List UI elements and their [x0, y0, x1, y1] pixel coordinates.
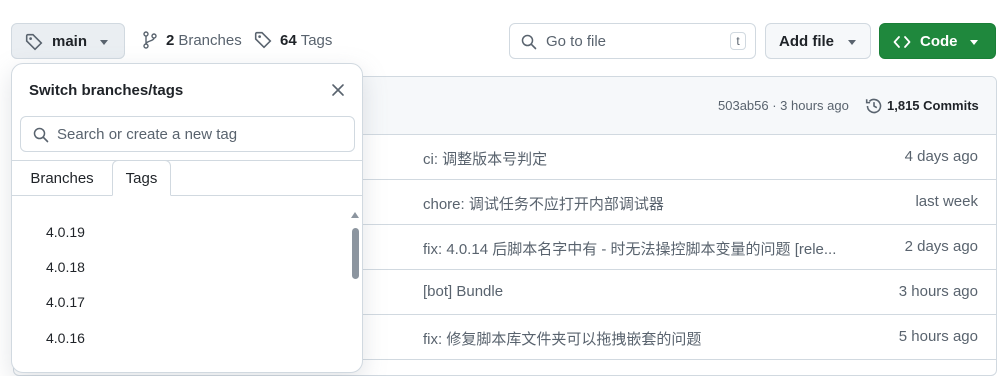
tab-underline — [12, 195, 362, 196]
branches-count: 2 — [166, 31, 175, 49]
add-file-label: Add file — [779, 33, 834, 50]
code-button[interactable]: Code — [879, 23, 996, 59]
shortcut-key: t — [730, 32, 746, 50]
commit-time: 2 days ago — [904, 238, 978, 255]
history-icon — [865, 97, 883, 115]
tag-search-placeholder: Search or create a new tag — [57, 126, 238, 143]
search-icon — [33, 127, 49, 143]
commit-message[interactable]: [bot] Bundle — [423, 283, 503, 300]
code-icon — [893, 34, 911, 50]
commits-count[interactable]: 1,815 Commits — [887, 98, 979, 113]
commit-message[interactable]: fix: 修复脚本库文件夹可以拖拽嵌套的问题 — [423, 328, 701, 349]
dropdown-title: Switch branches/tags — [29, 82, 184, 99]
chevron-down-icon — [970, 40, 978, 45]
tag-item[interactable]: 4.0.16 — [46, 330, 85, 346]
tab-tags[interactable]: Tags — [112, 160, 171, 196]
tags-count: 64 — [280, 31, 297, 49]
commit-time: last week — [915, 193, 978, 210]
tags-link[interactable]: 64 Tags — [254, 31, 332, 49]
tag-icon — [254, 31, 272, 49]
go-to-file-placeholder: Go to file — [546, 33, 607, 50]
tag-item[interactable]: 4.0.18 — [46, 259, 85, 275]
tab-branches[interactable]: Branches — [12, 160, 112, 196]
branch-tag-dropdown: Switch branches/tags Search or create a … — [11, 63, 363, 373]
tab-label: Tags — [125, 169, 158, 187]
chevron-down-icon — [848, 40, 856, 45]
commit-hash-time[interactable]: 503ab56 · 3 hours ago — [718, 98, 849, 113]
commit-time: 3 hours ago — [898, 283, 978, 300]
close-icon[interactable] — [328, 80, 348, 100]
tag-item[interactable]: 4.0.19 — [46, 224, 85, 240]
tag-icon — [25, 33, 43, 51]
chevron-down-icon — [100, 40, 108, 45]
branch-select-button[interactable]: main — [11, 23, 125, 59]
branch-select-label: main — [52, 33, 88, 50]
tag-item[interactable]: 4.0.17 — [46, 294, 85, 310]
scrollbar-thumb[interactable] — [352, 228, 359, 279]
git-branch-icon — [142, 31, 158, 49]
branches-link[interactable]: 2 Branches — [142, 31, 242, 49]
commit-message[interactable]: ci: 调整版本号判定 — [423, 148, 547, 169]
branches-label: Branches — [178, 31, 242, 49]
go-to-file-input[interactable]: Go to file t — [509, 23, 756, 59]
commit-time: 5 hours ago — [898, 328, 978, 345]
add-file-button[interactable]: Add file — [765, 23, 871, 59]
commit-message[interactable]: fix: 4.0.14 后脚本名字中有 - 时无法操控脚本变量的问题 [rele… — [423, 238, 836, 259]
tab-label: Branches — [30, 169, 94, 187]
scroll-up-arrow[interactable] — [351, 212, 359, 218]
code-label: Code — [920, 33, 958, 50]
commit-time: 4 days ago — [904, 148, 978, 165]
tag-search-input[interactable]: Search or create a new tag — [20, 116, 355, 152]
search-icon — [521, 34, 537, 50]
commit-message[interactable]: chore: 调试任务不应打开内部调试器 — [423, 193, 664, 214]
tags-label: Tags — [300, 31, 333, 49]
